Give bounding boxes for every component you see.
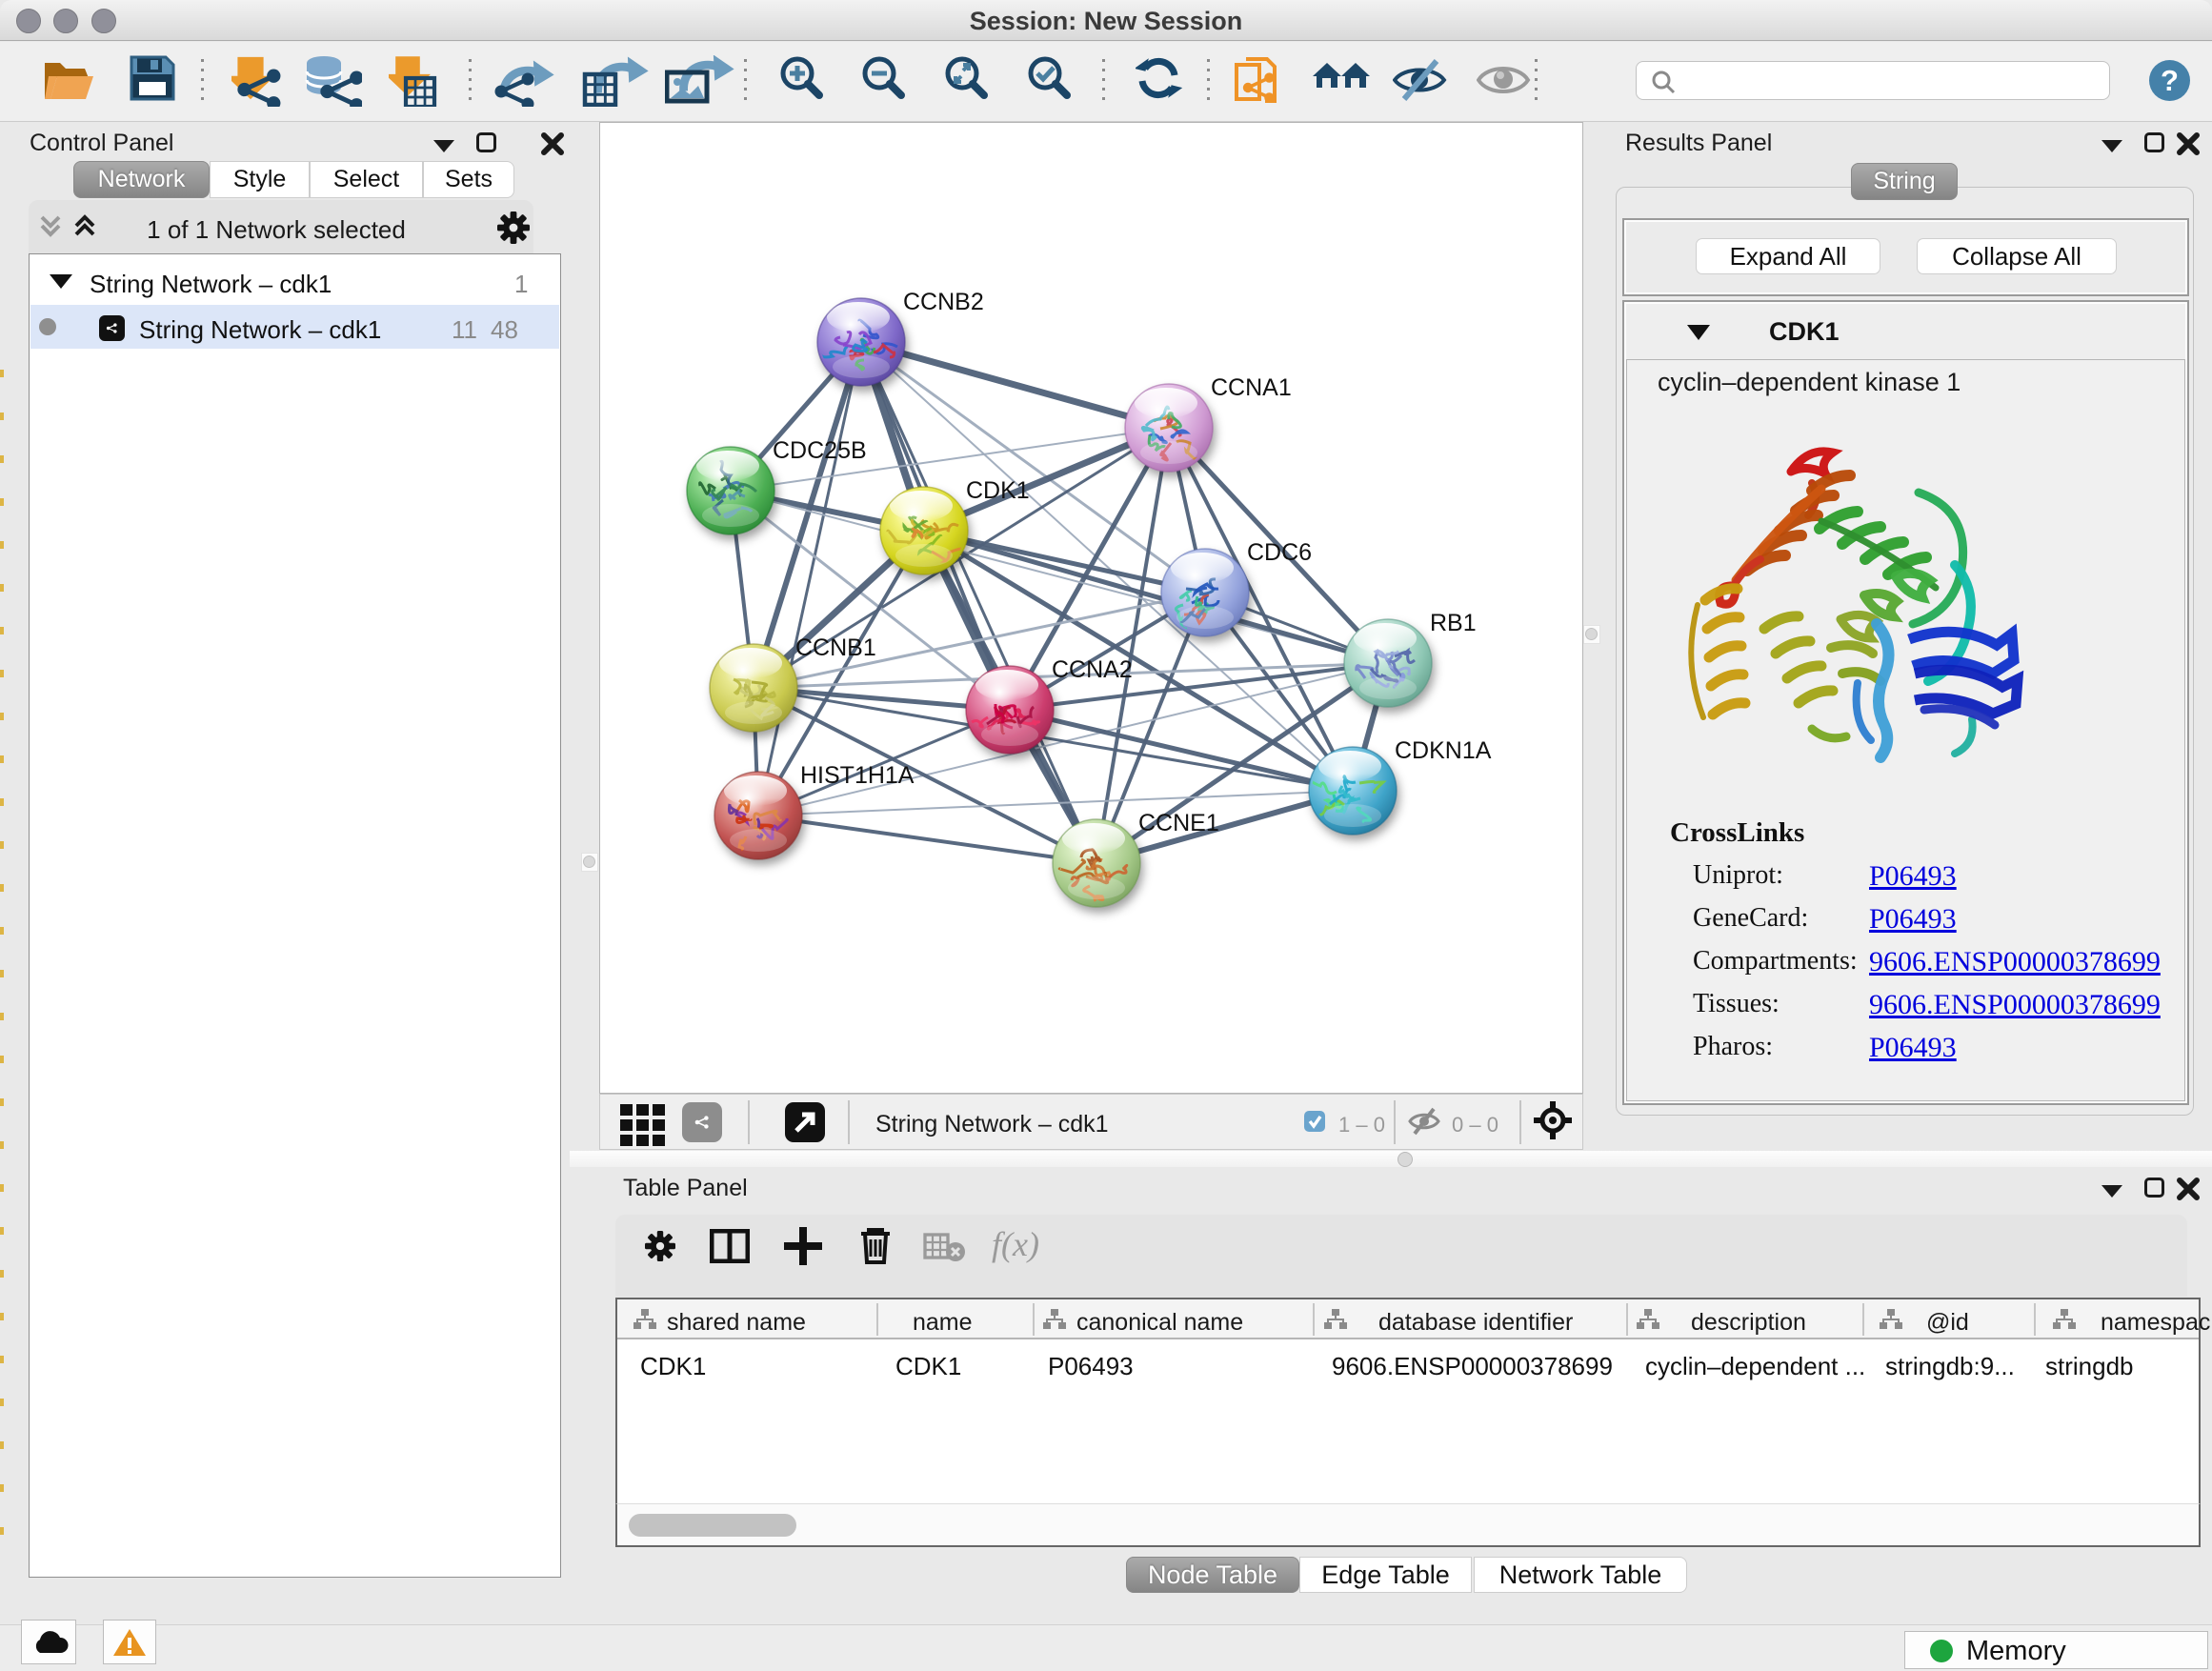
svg-text:CDC6: CDC6	[1247, 539, 1312, 566]
svg-text:CCNB2: CCNB2	[903, 289, 984, 315]
svg-text:CCNA1: CCNA1	[1211, 374, 1292, 401]
svg-text:CCNA2: CCNA2	[1052, 656, 1133, 683]
svg-text:HIST1H1A: HIST1H1A	[800, 762, 915, 789]
svg-text:CCNE1: CCNE1	[1138, 810, 1219, 836]
svg-text:CCNB1: CCNB1	[795, 634, 876, 661]
svg-text:CDKN1A: CDKN1A	[1395, 737, 1492, 764]
svg-text:CDC25B: CDC25B	[773, 437, 867, 464]
svg-text:CDK1: CDK1	[966, 477, 1030, 504]
svg-text:RB1: RB1	[1430, 610, 1477, 636]
